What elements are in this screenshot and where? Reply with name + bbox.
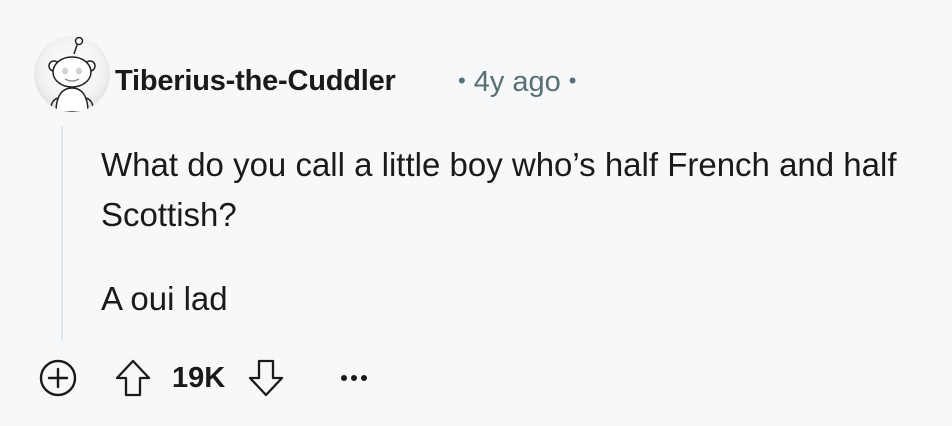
downvote-button[interactable] <box>244 356 288 400</box>
plus-circle-icon <box>39 359 77 397</box>
user-avatar[interactable] <box>34 36 110 112</box>
arrow-down-outline-icon <box>248 359 284 397</box>
meta-separator: • <box>568 68 577 93</box>
upvote-button[interactable] <box>111 356 155 400</box>
comment-timestamp[interactable]: 4y ago <box>474 66 561 98</box>
comment: Tiberius-the-Cuddler • 4y ago • What do yo… <box>0 0 952 426</box>
ellipsis-icon <box>341 375 367 381</box>
arrow-up-outline-icon <box>115 359 151 397</box>
comment-author[interactable]: Tiberius-the-Cuddler <box>115 62 396 100</box>
vote-score: 19K <box>172 362 226 394</box>
comment-body: What do you call a little boy who’s half… <box>101 140 931 324</box>
comment-paragraph: What do you call a little boy who’s half… <box>101 146 897 233</box>
thread-line[interactable] <box>61 126 63 341</box>
comment-meta: • 4y ago • <box>450 62 584 101</box>
snoo-avatar-icon <box>34 36 110 112</box>
expand-thread-button[interactable] <box>38 358 78 398</box>
more-options-button[interactable] <box>332 360 376 396</box>
comment-paragraph: A oui lad <box>101 280 228 317</box>
meta-separator: • <box>458 68 466 93</box>
